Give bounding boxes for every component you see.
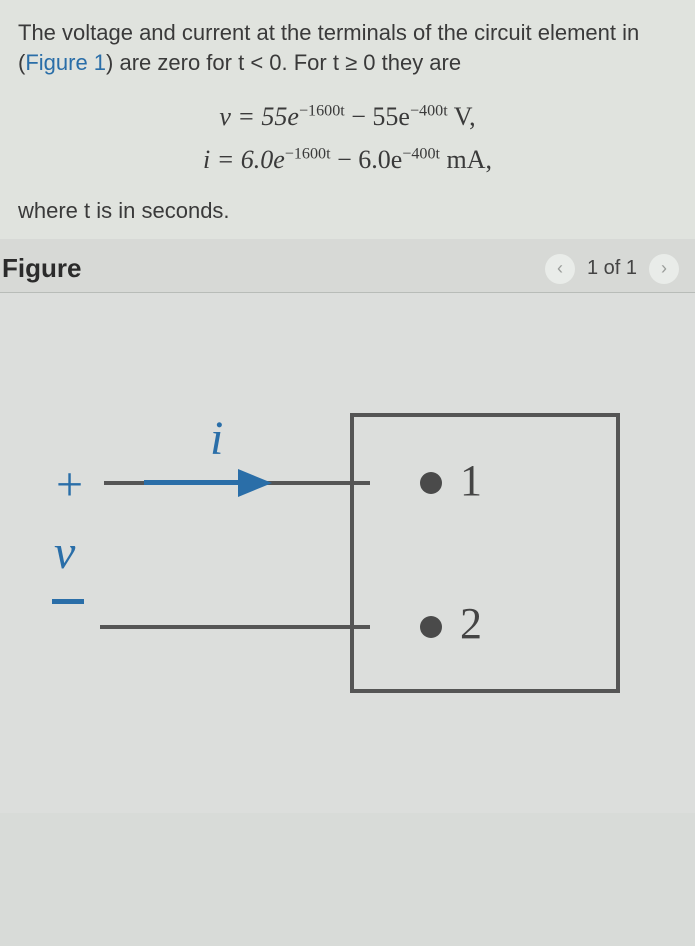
eq-v-suffix: V,	[448, 102, 476, 131]
current-arrow-shaft	[144, 480, 244, 485]
voltage-label: v	[54, 525, 75, 580]
eq-v-prefix: v = 55e	[219, 102, 299, 131]
figure-nav: ‹ 1 of 1 ›	[545, 254, 679, 284]
terminal-label-2: 2	[460, 598, 482, 649]
current-equation: i = 6.0e−1600t − 6.0e−400t mA,	[18, 142, 677, 177]
equations-block: v = 55e−1600t − 55e−400t V, i = 6.0e−160…	[18, 99, 677, 177]
eq-v-mid: − 55e	[345, 102, 410, 131]
eq-i-exp1: −1600t	[285, 146, 331, 163]
circuit-diagram: 1 2 i + v	[40, 373, 640, 753]
voltage-equation: v = 55e−1600t − 55e−400t V,	[18, 99, 677, 134]
figure-header: Figure ‹ 1 of 1 ›	[0, 239, 695, 293]
eq-i-exp2: −400t	[402, 146, 440, 163]
eq-v-exp2: −400t	[410, 103, 448, 120]
terminal-label-1: 1	[460, 455, 482, 506]
eq-v-exp1: −1600t	[299, 103, 345, 120]
problem-panel: The voltage and current at the terminals…	[0, 0, 695, 239]
current-arrow-head-icon	[238, 469, 272, 497]
where-clause: where t is in seconds.	[18, 196, 677, 226]
circuit-element-box	[350, 413, 620, 693]
eq-i-prefix: i = 6.0e	[203, 145, 285, 174]
eq-i-mid: − 6.0e	[331, 145, 403, 174]
polarity-plus: +	[56, 457, 83, 512]
polarity-minus	[52, 599, 84, 604]
problem-statement: The voltage and current at the terminals…	[18, 18, 677, 77]
figure-title: Figure	[2, 253, 81, 284]
intro-text-post: ) are zero for t < 0. For t ≥ 0 they are	[106, 50, 461, 75]
figure-reference-link[interactable]: Figure 1	[25, 50, 106, 75]
figure-next-button[interactable]: ›	[649, 254, 679, 284]
wire-bottom	[100, 625, 370, 629]
eq-i-suffix: mA,	[440, 145, 492, 174]
figure-count: 1 of 1	[587, 257, 637, 280]
current-label: i	[210, 411, 223, 466]
figure-prev-button[interactable]: ‹	[545, 254, 575, 284]
figure-area: 1 2 i + v	[0, 293, 695, 813]
